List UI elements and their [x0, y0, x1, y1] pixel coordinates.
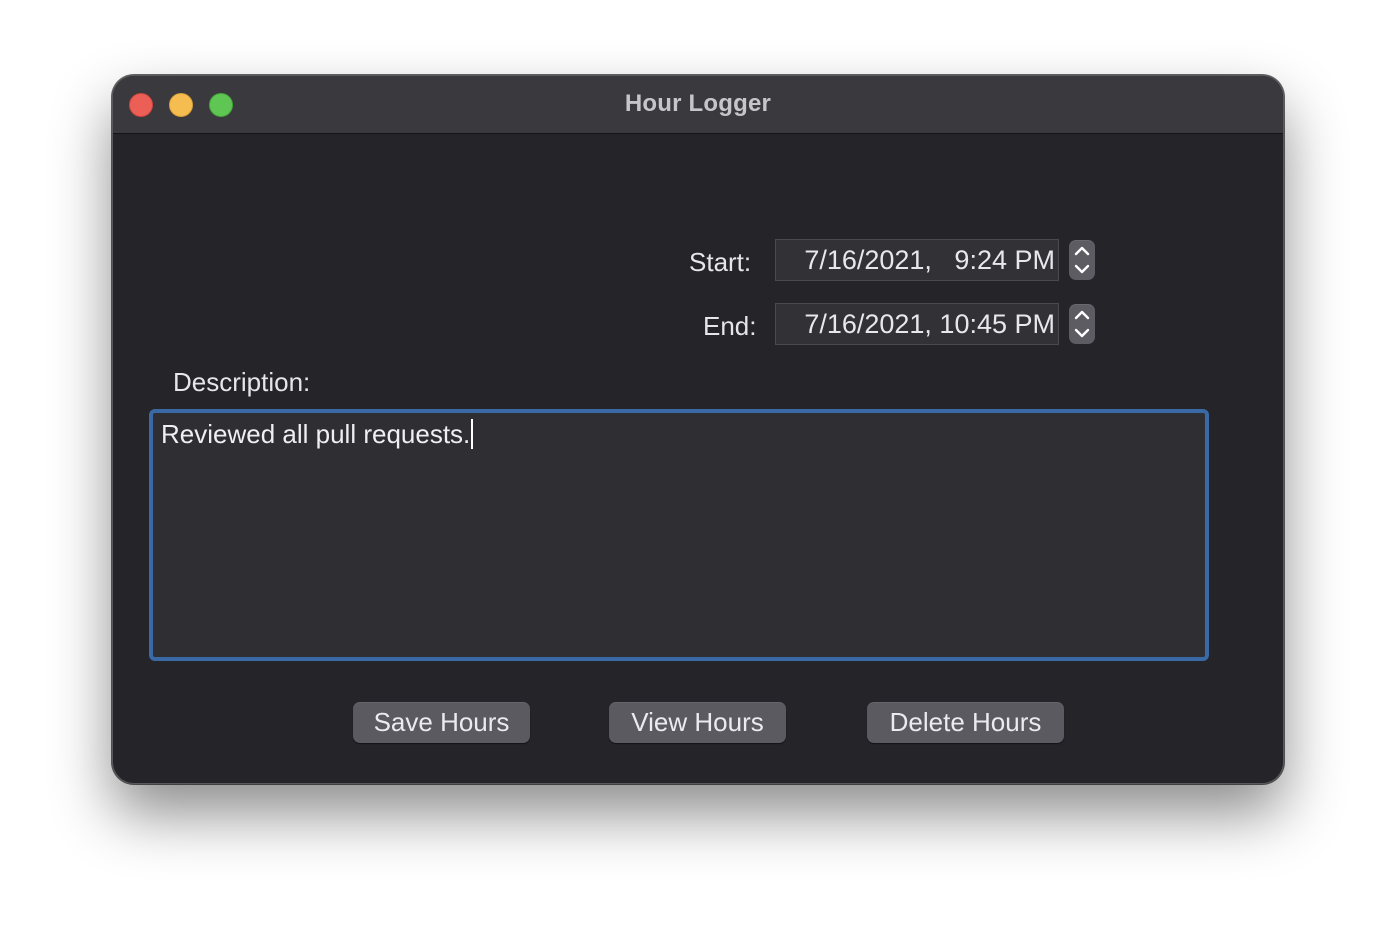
- up-down-chevron-icon: [1074, 310, 1090, 338]
- view-hours-button[interactable]: View Hours: [609, 702, 786, 743]
- start-stepper[interactable]: [1069, 240, 1095, 280]
- start-date-picker[interactable]: 7/16/2021, 9:24 PM: [775, 239, 1059, 281]
- up-down-chevron-icon: [1074, 246, 1090, 274]
- title-bar[interactable]: Hour Logger: [113, 76, 1283, 134]
- window-title: Hour Logger: [624, 90, 772, 117]
- description-textarea[interactable]: Reviewed all pull requests.: [149, 409, 1209, 661]
- end-date-picker[interactable]: 7/16/2021, 10:45 PM: [775, 303, 1059, 345]
- end-label: End:: [703, 311, 757, 341]
- app-window: Hour Logger Start: 7/16/2021, 9:24 PM En…: [112, 75, 1284, 784]
- description-text: Reviewed all pull requests.: [161, 419, 474, 450]
- start-label: Start:: [689, 247, 752, 277]
- description-label: Description:: [173, 367, 311, 397]
- end-stepper[interactable]: [1069, 304, 1095, 344]
- delete-hours-button[interactable]: Delete Hours: [867, 702, 1064, 743]
- save-hours-button[interactable]: Save Hours: [353, 702, 530, 743]
- text-caret: [471, 419, 474, 449]
